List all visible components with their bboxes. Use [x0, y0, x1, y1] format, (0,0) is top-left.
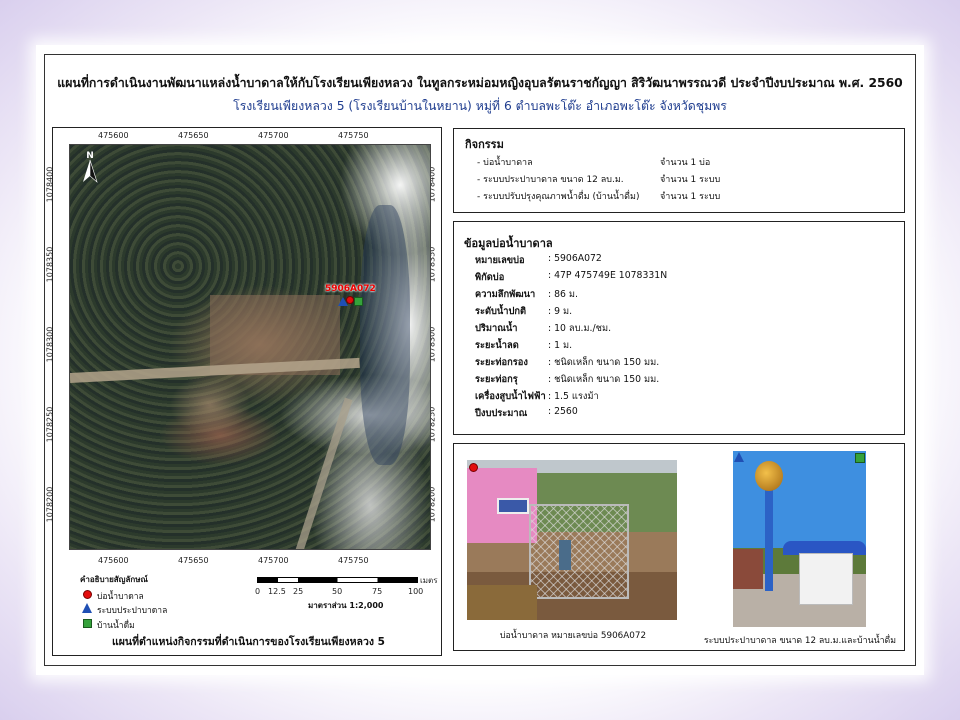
main-title: แผนที่การดำเนินงานพัฒนาแหล่งน้ำบาดาลให้ก… [57, 76, 903, 90]
well-row-label: ระยะน้ำลด [475, 340, 519, 351]
well-row-label: ความลึกพัฒนา [475, 289, 536, 300]
drinking-house-marker[interactable] [354, 297, 363, 306]
scale-tick: 100 [408, 587, 424, 596]
y-tick-left: 1078400 [45, 166, 55, 203]
well-row-value: : ชนิดเหล็ก ขนาด 150 มม. [548, 357, 660, 368]
well-row-value: : 9 ม. [548, 306, 573, 317]
map-caption: แผนที่ตำแหน่งกิจกรรมที่ดำเนินการของโรงเร… [112, 636, 385, 648]
photo-drinking-house-marker [855, 453, 865, 463]
satellite-map-image[interactable] [69, 144, 431, 550]
well-row-label: ระยะท่อกรอง [475, 357, 528, 368]
activity-amount: จำนวน 1 ระบบ [660, 192, 721, 202]
y-tick-left: 1078350 [45, 246, 55, 283]
x-tick-top: 475600 [98, 131, 129, 140]
river-area [360, 205, 410, 465]
well-row-label: ระดับน้ำปกติ [475, 306, 527, 317]
storage-tank [733, 549, 763, 589]
wire-fence [529, 504, 629, 599]
legend-water-system-label: ระบบประปาบาดาล [97, 606, 168, 616]
well-photo-caption: บ่อน้ำบาดาล หมายเลขบ่อ 5906A072 [499, 631, 647, 641]
activity-amount: จำนวน 1 บ่อ [660, 158, 711, 168]
well-marker[interactable] [346, 296, 354, 304]
well-row-value: : 47P 475749E 1078331N [548, 270, 668, 281]
water-system-photo-caption: ระบบประปาบาดาล ขนาด 12 ลบ.ม.และบ้านน้ำดื… [703, 636, 897, 646]
well-row-value: : ชนิดเหล็ก ขนาด 150 มม. [548, 374, 660, 385]
scale-tick: 25 [293, 587, 304, 596]
scale-tick: 50 [332, 587, 343, 596]
y-tick-left: 1078300 [45, 326, 55, 363]
well-pipe [559, 540, 571, 570]
activities-heading: กิจกรรม [465, 138, 504, 151]
scale-unit: เมตร [420, 576, 438, 585]
well-row-label: เครื่องสูบน้ำไฟฟ้า [475, 391, 546, 402]
activity-amount: จำนวน 1 ระบบ [660, 175, 721, 185]
x-tick-top: 475750 [338, 131, 369, 140]
activity-name: - ระบบประปาบาดาล ขนาด 12 ลบ.ม. [477, 175, 624, 185]
well-row-label: หมายเลขบ่อ [475, 255, 525, 266]
well-row-value: : 5906A072 [548, 253, 602, 264]
well-photo[interactable] [467, 460, 677, 620]
y-tick-left: 1078200 [45, 486, 55, 523]
scale-tick: 75 [372, 587, 383, 596]
photo-water-system-marker [734, 452, 744, 462]
x-tick-bottom: 475600 [98, 556, 129, 565]
x-tick-bottom: 475700 [258, 556, 289, 565]
north-label: N [86, 151, 94, 161]
legend-drinking-house-symbol [83, 619, 92, 628]
activity-name: - บ่อน้ำบาดาล [477, 158, 533, 168]
drinking-house [799, 553, 853, 605]
photo-well-marker [469, 463, 478, 472]
well-row-label: พิกัดบ่อ [475, 272, 505, 283]
activity-name: - ระบบปรับปรุงคุณภาพน้ำดื่ม (บ้านน้ำดื่ม… [477, 192, 640, 202]
road [295, 397, 353, 549]
sub-title: โรงเรียนเพียงหลวง 5 (โรงเรียนบ้านในหยาน)… [233, 99, 727, 113]
well-row-label: ปีงบประมาณ [475, 408, 528, 419]
well-row-value: : 86 ม. [548, 289, 578, 300]
water-tower-tank [755, 461, 783, 491]
scale-ratio: มาตราส่วน 1:2,000 [308, 601, 384, 610]
scale-bar [257, 577, 418, 583]
well-row-label: ปริมาณน้ำ [475, 323, 518, 334]
building-window [497, 498, 529, 514]
x-tick-bottom: 475750 [338, 556, 369, 565]
well-row-value: : 1.5 แรงม้า [548, 391, 599, 402]
y-tick-left: 1078250 [45, 406, 55, 443]
well-row-value: : 10 ลบ.ม./ชม. [548, 323, 612, 334]
legend-well-symbol [83, 590, 92, 599]
well-row-label: ระยะท่อกรุ [475, 374, 518, 385]
well-info-heading: ข้อมูลบ่อน้ำบาดาล [464, 237, 553, 250]
x-tick-top: 475650 [178, 131, 209, 140]
wood-planks [467, 585, 537, 620]
north-arrow-icon: N [83, 151, 98, 183]
pink-building [467, 468, 537, 543]
legend-well-label: บ่อน้ำบาดาล [97, 592, 144, 602]
scale-tick: 0 [255, 587, 261, 596]
well-point-label: 5906A072 [325, 284, 376, 294]
x-tick-top: 475700 [258, 131, 289, 140]
legend-title: คำอธิบายสัญลักษณ์ [80, 575, 148, 584]
well-row-value: : 1 ม. [548, 340, 573, 351]
water-tower-pole [765, 481, 773, 591]
legend-drinking-house-label: บ้านน้ำดื่ม [97, 621, 135, 631]
well-row-value: : 2560 [548, 406, 578, 417]
scale-tick: 12.5 [268, 587, 286, 596]
water-system-photo[interactable] [733, 451, 866, 627]
legend-water-system-symbol [82, 603, 92, 613]
x-tick-bottom: 475650 [178, 556, 209, 565]
